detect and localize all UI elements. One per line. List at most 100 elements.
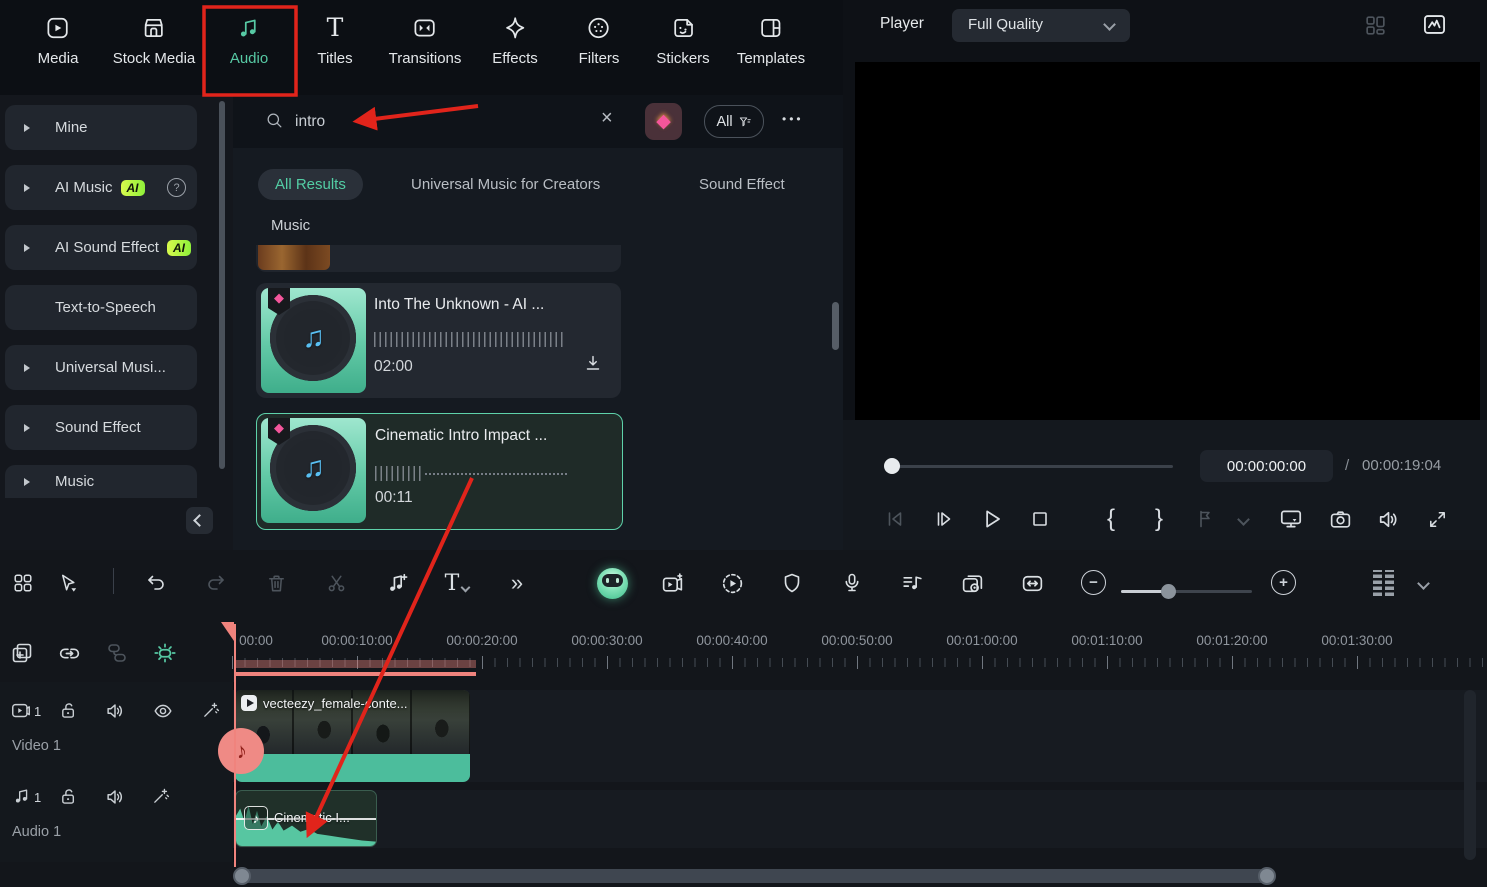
tab-sound-effect[interactable]: Sound Effect [699, 176, 785, 193]
filter-all-button[interactable]: All [704, 105, 764, 138]
next-frame-button[interactable] [929, 504, 959, 534]
hide-track-eye-icon[interactable] [152, 700, 174, 722]
scopes-icon[interactable] [1421, 11, 1448, 38]
download-icon[interactable] [582, 353, 604, 375]
current-timecode[interactable]: 00:00:00:00 [1200, 450, 1333, 482]
timeline-vertical-scrollbar[interactable] [1464, 690, 1476, 860]
ai-clip-icon[interactable] [655, 566, 689, 600]
expand-chevron-icon[interactable] [24, 477, 30, 486]
sidebar-item-music[interactable]: Music [5, 465, 197, 498]
track-wand-icon[interactable] [200, 700, 221, 721]
render-preview-button[interactable] [1276, 504, 1306, 534]
sidebar-item-ai-music[interactable]: AI Music AI ? [5, 165, 197, 210]
mark-out-button[interactable]: } [1144, 504, 1174, 534]
scrollbar-right-handle[interactable] [1258, 867, 1276, 885]
select-tool-icon[interactable] [51, 566, 85, 600]
add-placeholder-icon[interactable] [7, 638, 37, 668]
sidebar-scrollbar[interactable] [219, 101, 225, 469]
video-clip[interactable]: vecteezy_female-conte... ♪ [218, 690, 470, 782]
premium-gem-button[interactable]: ◆ [645, 103, 682, 140]
unlink-stack-icon[interactable] [102, 638, 132, 668]
clip-preview-icon[interactable] [955, 566, 989, 600]
mark-in-button[interactable]: { [1096, 504, 1126, 534]
link-clips-icon[interactable] [54, 638, 84, 668]
speed-playback-icon[interactable] [715, 566, 749, 600]
seek-handle[interactable] [884, 458, 900, 474]
more-tools-icon[interactable]: » [500, 566, 534, 600]
results-scrollbar[interactable] [832, 302, 839, 350]
music-item-cinematic-intro-impact[interactable]: ♫ ◆ Cinematic Intro Impact ... 00:11 [256, 413, 623, 530]
sidebar-item-text-to-speech[interactable]: Text-to-Speech [5, 285, 197, 330]
mute-track-icon[interactable] [104, 700, 126, 722]
nav-audio[interactable]: Audio [230, 15, 268, 67]
volume-button[interactable] [1373, 504, 1403, 534]
more-options-icon[interactable]: ••• [782, 112, 804, 126]
sidebar-item-ai-sound-effect[interactable]: AI Sound Effect AI [5, 225, 197, 270]
mute-track-icon[interactable] [104, 786, 126, 808]
marker-chevron-icon[interactable] [1228, 504, 1258, 534]
help-icon[interactable]: ? [167, 178, 186, 197]
playhead-line[interactable] [233, 624, 236, 867]
expand-chevron-icon[interactable] [24, 123, 30, 132]
auto-ripple-icon[interactable] [1015, 566, 1049, 600]
media-grid-icon[interactable] [6, 566, 40, 600]
mask-shield-icon[interactable] [775, 566, 809, 600]
tab-all-results[interactable]: All Results [258, 169, 363, 200]
split-scissors-icon[interactable] [319, 566, 353, 600]
beat-marker-badge[interactable]: ♪ [218, 728, 264, 774]
nav-media[interactable]: Media [38, 15, 78, 67]
zoom-in-button[interactable]: + [1271, 570, 1296, 595]
expand-chevron-icon[interactable] [24, 183, 30, 192]
nav-filters[interactable]: Filters [579, 15, 619, 67]
nav-templates[interactable]: Templates [737, 15, 805, 67]
snapshot-camera-button[interactable] [1325, 504, 1355, 534]
undo-icon[interactable] [139, 566, 173, 600]
marker-button[interactable] [1190, 504, 1220, 534]
quality-dropdown[interactable]: Full Quality [952, 9, 1130, 42]
nav-titles[interactable]: T Titles [317, 15, 352, 68]
nav-stickers[interactable]: Stickers [656, 15, 710, 67]
track-manager-chevron-icon[interactable] [1406, 566, 1440, 600]
expand-chevron-icon[interactable] [24, 423, 30, 432]
search-input[interactable] [293, 108, 567, 136]
lock-icon[interactable] [58, 786, 79, 807]
tab-universal-music[interactable]: Universal Music for Creators [411, 176, 600, 193]
sidebar-collapse-button[interactable] [186, 507, 213, 534]
seek-bar[interactable] [892, 465, 1173, 468]
audio-track-lane[interactable] [233, 790, 1487, 848]
sidebar-item-universal-music[interactable]: Universal Musi... [5, 345, 197, 390]
record-voiceover-icon[interactable] [835, 566, 869, 600]
playhead-flag[interactable] [221, 622, 234, 641]
track-wand-icon[interactable] [150, 786, 171, 807]
lock-icon[interactable] [58, 700, 79, 721]
stop-button[interactable] [1025, 504, 1055, 534]
audio-ai-tool-icon[interactable] [379, 566, 413, 600]
timeline-zoom-slider[interactable] [1121, 584, 1252, 599]
track-manager-icon[interactable] [1366, 566, 1400, 600]
timeline-horizontal-scrollbar[interactable] [235, 869, 1270, 883]
nav-transitions[interactable]: Transitions [389, 15, 461, 67]
sidebar-item-mine[interactable]: Mine [5, 105, 197, 150]
clear-search-icon[interactable]: × [601, 107, 613, 130]
scrollbar-left-handle[interactable] [233, 867, 251, 885]
sidebar-item-sound-effect[interactable]: Sound Effect [5, 405, 197, 450]
nav-effects[interactable]: Effects [492, 15, 538, 67]
delete-icon[interactable] [259, 566, 293, 600]
redo-icon[interactable] [199, 566, 233, 600]
expand-chevron-icon[interactable] [24, 243, 30, 252]
play-button[interactable] [977, 504, 1007, 534]
music-item-into-the-unknown[interactable]: ♫ ◆ Into The Unknown - AI ... 02:00 [256, 283, 621, 398]
text-tool-icon[interactable]: T [440, 566, 474, 600]
zoom-out-button[interactable]: − [1081, 570, 1106, 595]
expand-chevron-icon[interactable] [24, 363, 30, 372]
nav-stock-media[interactable]: Stock Media [113, 15, 195, 67]
snap-magnet-icon[interactable] [150, 638, 180, 668]
zoom-slider-handle[interactable] [1161, 584, 1176, 599]
music-item-partial[interactable] [256, 245, 621, 272]
layout-grid-icon[interactable] [1363, 13, 1388, 38]
ai-copilot-icon[interactable] [595, 566, 629, 600]
audio-clip[interactable]: ♪ Cinematic I... [235, 790, 377, 847]
previous-frame-button[interactable] [880, 504, 910, 534]
audio-mixer-icon[interactable] [895, 566, 929, 600]
fullscreen-button[interactable] [1422, 504, 1452, 534]
